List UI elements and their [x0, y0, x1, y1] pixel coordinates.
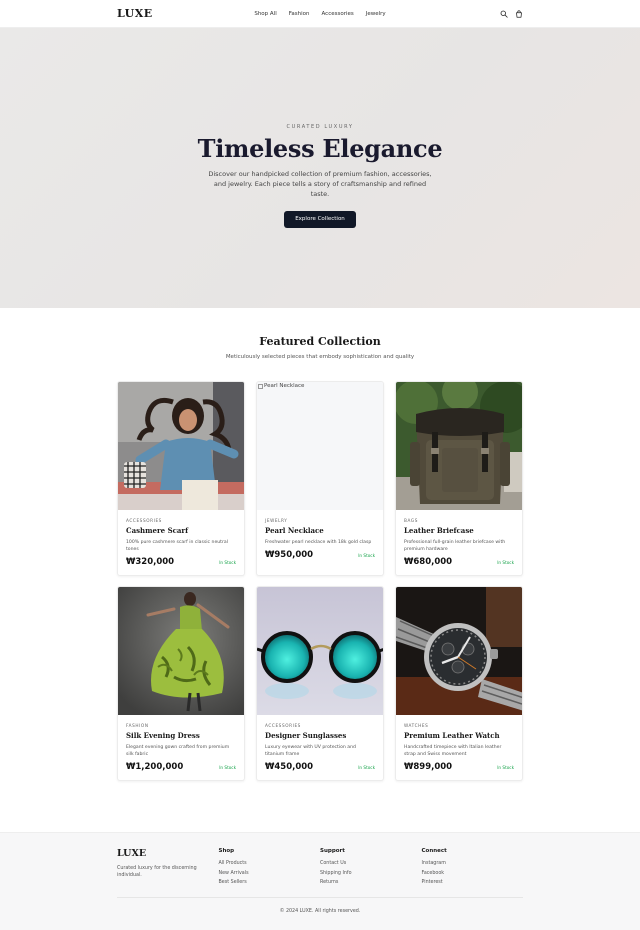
hero-eyebrow: CURATED LUXURY: [286, 124, 354, 130]
site-logo[interactable]: LUXE: [117, 7, 153, 20]
product-price: ₩450,000: [265, 762, 314, 772]
product-name[interactable]: Silk Evening Dress: [126, 731, 236, 740]
product-description: Luxury eyewear with UV protection and ti…: [265, 745, 356, 757]
product-footer: ₩899,000 In Stock: [404, 762, 514, 772]
product-info: ACCESSORIES Cashmere Scarf 100% pure cas…: [118, 510, 244, 575]
product-category: WATCHES: [404, 723, 429, 728]
product-footer: ₩320,000 In Stock: [126, 557, 236, 567]
product-category: BAGS: [404, 518, 418, 523]
product-info: JEWELRY Pearl Necklace Freshwater pearl …: [257, 510, 383, 568]
product-name[interactable]: Designer Sunglasses: [265, 731, 375, 740]
product-description: Freshwater pearl necklace with 18k gold …: [265, 540, 372, 545]
stock-status: In Stock: [219, 764, 236, 770]
footer-column-support: Support Contact Us Shipping Info Returns: [320, 848, 422, 885]
product-description: Elegant evening gown crafted from premiu…: [126, 745, 230, 757]
footer-tagline: Curated luxury for the discerning indivi…: [117, 866, 197, 878]
product-image-designer-sunglasses[interactable]: [257, 587, 383, 715]
footer-link-shipping-info[interactable]: Shipping Info: [320, 871, 422, 876]
featured-section: Featured Collection Meticulously selecte…: [0, 335, 640, 360]
footer-heading: Support: [320, 848, 345, 854]
broken-image-icon: [258, 383, 263, 389]
site-header: LUXE Shop All Fashion Accessories Jewelr…: [0, 0, 640, 28]
product-category: JEWELRY: [265, 518, 288, 523]
footer-heading: Connect: [421, 848, 447, 854]
explore-collection-button[interactable]: Explore Collection: [284, 211, 356, 228]
product-info: ACCESSORIES Designer Sunglasses Luxury e…: [257, 715, 383, 780]
footer-link-new-arrivals[interactable]: New Arrivals: [219, 871, 321, 876]
footer-columns: LUXE Curated luxury for the discerning i…: [117, 848, 523, 885]
product-description: Professional full-grain leather briefcas…: [404, 540, 506, 552]
product-footer: ₩950,000 In Stock: [265, 550, 375, 560]
footer-link-pinterest[interactable]: Pinterest: [422, 880, 524, 885]
product-info: BAGS Leather Briefcase Professional full…: [396, 510, 522, 575]
hero-section: CURATED LUXURY Timeless Elegance Discove…: [0, 28, 640, 308]
hero-description: Discover our handpicked collection of pr…: [208, 170, 432, 198]
stock-status: In Stock: [358, 552, 375, 558]
product-image-silk-evening-dress[interactable]: [118, 587, 244, 715]
nav-shop-all[interactable]: Shop All: [254, 11, 276, 17]
hero-title: Timeless Elegance: [197, 134, 443, 163]
copyright: © 2024 LUXE. All rights reserved.: [279, 909, 361, 914]
product-footer: ₩680,000 In Stock: [404, 557, 514, 567]
featured-subtitle: Meticulously selected pieces that embody…: [225, 354, 415, 360]
footer-link-returns[interactable]: Returns: [320, 880, 422, 885]
product-card[interactable]: Pearl Necklace JEWELRY Pearl Necklace Fr…: [256, 381, 384, 576]
product-price: ₩899,000: [404, 762, 453, 772]
header-actions: [500, 9, 523, 18]
footer-divider: [117, 897, 523, 898]
product-image-cashmere-scarf[interactable]: [118, 382, 244, 510]
nav-accessories[interactable]: Accessories: [322, 11, 354, 17]
product-price: ₩680,000: [404, 557, 453, 567]
product-grid: ACCESSORIES Cashmere Scarf 100% pure cas…: [117, 381, 523, 781]
product-image-pearl-necklace[interactable]: Pearl Necklace: [257, 382, 383, 510]
product-price: ₩950,000: [265, 550, 314, 560]
stock-status: In Stock: [219, 559, 236, 565]
product-name[interactable]: Premium Leather Watch: [404, 731, 514, 740]
shopping-bag-icon[interactable]: [515, 9, 523, 18]
stock-status: In Stock: [497, 764, 514, 770]
footer-brand: LUXE Curated luxury for the discerning i…: [117, 848, 219, 885]
product-info: WATCHES Premium Leather Watch Handcrafte…: [396, 715, 522, 780]
product-category: ACCESSORIES: [126, 518, 162, 523]
site-footer: LUXE Curated luxury for the discerning i…: [0, 832, 640, 930]
footer-link-facebook[interactable]: Facebook: [422, 871, 524, 876]
product-price: ₩320,000: [126, 557, 175, 567]
product-image-premium-leather-watch[interactable]: [396, 587, 522, 715]
product-name[interactable]: Leather Briefcase: [404, 526, 514, 535]
broken-image-placeholder: Pearl Necklace: [257, 382, 383, 389]
footer-column-connect: Connect Instagram Facebook Pinterest: [422, 848, 524, 885]
product-card[interactable]: WATCHES Premium Leather Watch Handcrafte…: [395, 586, 523, 781]
main-nav: Shop All Fashion Accessories Jewelry: [0, 0, 640, 28]
product-price: ₩1,200,000: [126, 762, 184, 772]
footer-logo[interactable]: LUXE: [117, 848, 219, 859]
product-name[interactable]: Pearl Necklace: [265, 526, 375, 535]
featured-title: Featured Collection: [259, 335, 381, 348]
stock-status: In Stock: [497, 559, 514, 565]
product-category: FASHION: [126, 723, 149, 728]
product-image-leather-briefcase[interactable]: [396, 382, 522, 510]
footer-heading: Shop: [218, 848, 235, 854]
product-category: ACCESSORIES: [265, 723, 301, 728]
footer-column-shop: Shop All Products New Arrivals Best Sell…: [219, 848, 321, 885]
product-name[interactable]: Cashmere Scarf: [126, 526, 236, 535]
product-description: Handcrafted timepiece with Italian leath…: [404, 745, 502, 757]
product-card[interactable]: BAGS Leather Briefcase Professional full…: [395, 381, 523, 576]
footer-link-all-products[interactable]: All Products: [219, 861, 321, 866]
product-footer: ₩450,000 In Stock: [265, 762, 375, 772]
stock-status: In Stock: [358, 764, 375, 770]
product-card[interactable]: FASHION Silk Evening Dress Elegant eveni…: [117, 586, 245, 781]
nav-fashion[interactable]: Fashion: [289, 11, 310, 17]
product-card[interactable]: ACCESSORIES Cashmere Scarf 100% pure cas…: [117, 381, 245, 576]
nav-jewelry[interactable]: Jewelry: [366, 11, 386, 17]
product-info: FASHION Silk Evening Dress Elegant eveni…: [118, 715, 244, 780]
product-footer: ₩1,200,000 In Stock: [126, 762, 236, 772]
search-icon[interactable]: [500, 10, 508, 18]
footer-link-instagram[interactable]: Instagram: [422, 861, 524, 866]
product-description: 100% pure cashmere scarf in classic neut…: [126, 540, 228, 552]
image-alt-text: Pearl Necklace: [264, 383, 305, 389]
footer-link-contact-us[interactable]: Contact Us: [320, 861, 422, 866]
footer-link-best-sellers[interactable]: Best Sellers: [219, 880, 321, 885]
product-card[interactable]: ACCESSORIES Designer Sunglasses Luxury e…: [256, 586, 384, 781]
